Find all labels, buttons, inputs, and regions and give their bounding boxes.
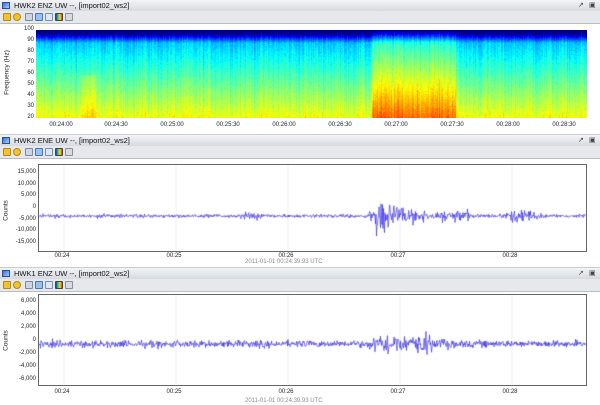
waveform-trace-hwk1 — [39, 295, 586, 385]
y-tick-label: 60 — [27, 70, 34, 76]
x-tick-label: 00:26:00 — [272, 122, 296, 128]
maximize-icon[interactable]: ↗ — [578, 136, 584, 144]
y-tick-label: 50 — [27, 81, 34, 87]
zoom-fit-icon[interactable] — [3, 13, 11, 21]
filter-icon[interactable] — [65, 148, 73, 156]
y-tick-label: 30 — [27, 103, 34, 109]
y-tick-label: 0 — [32, 204, 36, 210]
x-tick-label: 00:26 — [278, 389, 294, 395]
panel3-ylabel: Counts — [2, 330, 10, 351]
x-tick-label: 00:24 — [54, 389, 70, 395]
y-tick-label: 15,000 — [17, 169, 36, 175]
overlay-icon[interactable] — [35, 13, 43, 21]
overlay-icon[interactable] — [35, 281, 43, 289]
panel1-plot-area: Frequency (Hz) 100 90 80 70 60 50 40 30 20 00:24… — [0, 24, 600, 134]
restore-icon[interactable]: ▣ — [589, 136, 596, 144]
panel2-time-readout: 2011-01-01 00:24:39.93 UTC — [245, 259, 323, 265]
x-tick-label: 00:28:00 — [496, 122, 520, 128]
zoom-out-icon[interactable] — [13, 281, 21, 289]
zoom-fit-icon[interactable] — [3, 148, 11, 156]
spectrogram-axes[interactable] — [36, 30, 587, 118]
x-tick-label: 00:27 — [390, 389, 406, 395]
restore-icon[interactable]: ▣ — [589, 269, 596, 277]
waveform-view-icon[interactable] — [45, 13, 53, 21]
waveform-view-icon[interactable] — [45, 281, 53, 289]
panel2-ylabel: Counts — [2, 200, 10, 221]
restore-icon[interactable]: ▣ — [589, 1, 596, 9]
cursor-icon[interactable] — [25, 13, 33, 21]
y-tick-label: 4,000 — [20, 311, 36, 317]
panel3-title: HWK1 ENZ UW --, [import02_ws2] — [14, 269, 130, 278]
y-tick-label: 10,000 — [17, 180, 36, 187]
waveform-trace-ene — [39, 165, 586, 251]
x-tick-label: 00:28 — [502, 389, 518, 395]
spectrogram-view-icon[interactable] — [55, 13, 63, 21]
y-tick-label: 0 — [32, 337, 36, 343]
x-tick-label: 00:24:00 — [49, 122, 73, 128]
maximize-icon[interactable]: ↗ — [578, 1, 584, 9]
y-tick-label: 5,000 — [20, 192, 36, 199]
x-tick-label: 00:24:30 — [104, 122, 128, 128]
y-tick-label: 90 — [27, 37, 34, 43]
x-tick-label: 00:25 — [166, 253, 182, 259]
y-tick-label: -2,000 — [18, 350, 36, 356]
y-tick-label: 100 — [23, 26, 34, 32]
waveform-view-icon[interactable] — [45, 148, 53, 156]
y-tick-label: -4,000 — [18, 363, 36, 369]
panel2-plot-area: Counts 15,000 10,000 5,000 0 -5,000 -10,000 -1… — [0, 159, 600, 267]
zoom-fit-icon[interactable] — [3, 281, 11, 289]
spectrogram-image — [36, 30, 587, 118]
panel1-title: HWK2 ENZ UW --, [import02_ws2] — [14, 1, 130, 10]
y-tick-label: -10,000 — [15, 227, 36, 234]
y-tick-label: 80 — [27, 48, 34, 54]
x-tick-label: 00:25:00 — [160, 122, 184, 128]
window-icon — [2, 137, 10, 144]
window-icon — [2, 2, 10, 9]
x-tick-label: 00:27:00 — [384, 122, 408, 128]
window-icon — [2, 270, 10, 277]
x-tick-label: 00:27 — [390, 253, 406, 259]
y-tick-label: 2,000 — [20, 324, 36, 330]
panel1-ylabel: Frequency (Hz) — [3, 50, 11, 95]
y-tick-label: -15,000 — [15, 239, 36, 245]
x-tick-label: 00:26:30 — [328, 122, 352, 128]
x-tick-label: 00:27:30 — [440, 122, 464, 128]
x-tick-label: 00:25 — [166, 389, 182, 395]
spectrogram-view-icon[interactable] — [55, 148, 63, 156]
maximize-icon[interactable]: ↗ — [578, 269, 584, 277]
y-tick-label: 6,000 — [20, 298, 36, 304]
panel2-toolbar — [0, 146, 600, 159]
zoom-out-icon[interactable] — [13, 148, 21, 156]
waveform-axes-hwk1[interactable] — [38, 294, 587, 386]
x-tick-label: 00:24 — [54, 253, 70, 259]
filter-icon[interactable] — [65, 281, 73, 289]
x-tick-label: 00:25:30 — [216, 122, 240, 128]
y-tick-label: -5,000 — [18, 215, 36, 222]
y-tick-label: -6,000 — [18, 376, 36, 382]
y-tick-label: 20 — [27, 114, 34, 120]
zoom-out-icon[interactable] — [13, 13, 21, 21]
y-tick-label: 40 — [27, 92, 34, 98]
waveform-axes-ene[interactable] — [38, 164, 587, 252]
panel3-plot-area: Counts 6,000 4,000 2,000 0 -2,000 -4,000 -6,00… — [0, 292, 600, 405]
y-tick-label: 70 — [27, 59, 34, 65]
cursor-icon[interactable] — [25, 148, 33, 156]
x-tick-label: 00:28:30 — [552, 122, 576, 128]
filter-icon[interactable] — [65, 13, 73, 21]
panel1-toolbar — [0, 11, 600, 24]
x-tick-label: 00:28 — [502, 253, 518, 259]
spectrogram-view-icon[interactable] — [55, 281, 63, 289]
panel3-time-readout: 2011-01-01 00:24:39.93 UTC — [245, 398, 323, 404]
panel2-title: HWK2 ENE UW --, [import02_ws2] — [14, 136, 130, 145]
overlay-icon[interactable] — [35, 148, 43, 156]
cursor-icon[interactable] — [25, 281, 33, 289]
panel3-toolbar — [0, 279, 600, 292]
